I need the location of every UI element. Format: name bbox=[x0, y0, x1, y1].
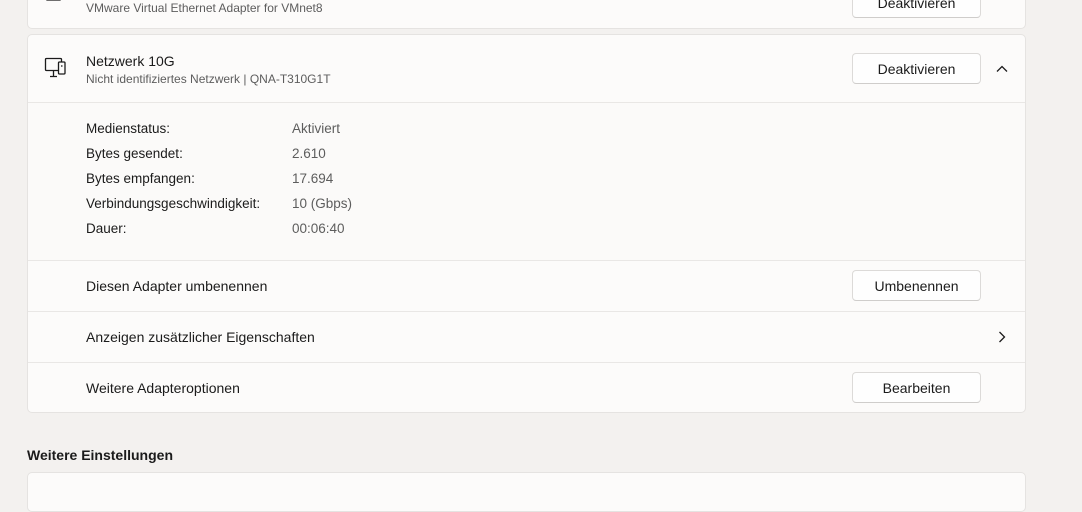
chevron-right-icon[interactable] bbox=[995, 330, 1009, 344]
property-value: 00:06:40 bbox=[292, 221, 345, 236]
deactivate-button[interactable]: Deaktivieren bbox=[852, 53, 981, 84]
network-adapter-icon bbox=[44, 57, 66, 78]
adapter-options-label: Weitere Adapteroptionen bbox=[86, 380, 240, 396]
property-label: Dauer: bbox=[86, 221, 127, 236]
property-value: 17.694 bbox=[292, 171, 334, 186]
adapter-card: Netzwerk 10G Nicht identifiziertes Netzw… bbox=[27, 34, 1026, 413]
property-value: 2.610 bbox=[292, 146, 326, 161]
property-label: Bytes gesendet: bbox=[86, 146, 183, 161]
property-value: Aktiviert bbox=[292, 121, 341, 136]
prev-adapter-subtitle: VMware Virtual Ethernet Adapter for VMne… bbox=[86, 1, 323, 15]
more-properties-label: Anzeigen zusätzlicher Eigenschaften bbox=[86, 329, 315, 345]
rename-row-label: Diesen Adapter umbenennen bbox=[86, 278, 268, 294]
adapter-subtitle: Nicht identifiziertes Netzwerk | QNA-T31… bbox=[86, 72, 331, 86]
chevron-up-icon[interactable] bbox=[995, 62, 1009, 76]
prev-adapter-card: VMware Virtual Ethernet Adapter for VMne… bbox=[27, 0, 1026, 29]
property-value: 10 (Gbps) bbox=[292, 196, 353, 211]
next-settings-card bbox=[27, 472, 1026, 512]
prev-adapter-deactivate-button[interactable]: Deaktivieren bbox=[852, 0, 981, 18]
network-adapter-icon bbox=[46, 0, 61, 1]
property-label: Medienstatus: bbox=[86, 121, 171, 136]
property-label: Bytes empfangen: bbox=[86, 171, 195, 186]
adapter-name: Netzwerk 10G bbox=[86, 53, 175, 69]
property-label: Verbindungsgeschwindigkeit: bbox=[86, 196, 261, 211]
adapter-header[interactable]: Netzwerk 10G Nicht identifiziertes Netzw… bbox=[28, 35, 1025, 102]
edit-button[interactable]: Bearbeiten bbox=[852, 372, 981, 403]
section-heading: Weitere Einstellungen bbox=[27, 447, 173, 463]
rename-button[interactable]: Umbenennen bbox=[852, 270, 981, 301]
